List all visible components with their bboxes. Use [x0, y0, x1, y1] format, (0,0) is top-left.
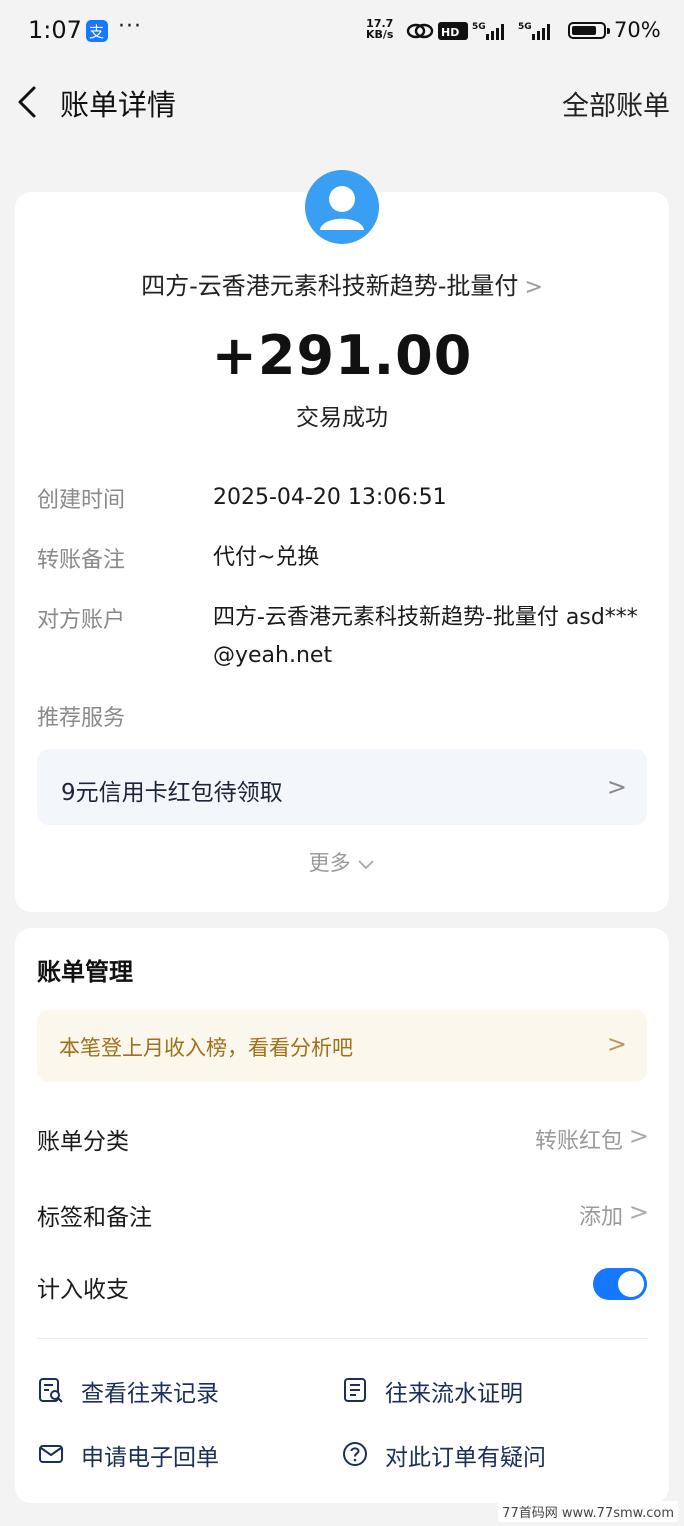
payee-name-row[interactable]: 四方-云香港元素科技新趋势-批量付 >	[15, 266, 669, 301]
svg-text:5G: 5G	[472, 22, 486, 32]
order-question-action[interactable]: 对此订单有疑问	[341, 1436, 621, 1472]
counterparty-label: 对方账户	[37, 608, 126, 633]
chevron-down-icon	[358, 860, 374, 870]
view-records-action[interactable]: 查看往来记录	[37, 1372, 297, 1408]
back-arrow-icon[interactable]	[12, 82, 44, 122]
all-bills-link[interactable]: 全部账单	[562, 84, 670, 123]
site-watermark: 77首码网 www.77smw.com	[498, 1501, 678, 1522]
statement-proof-action[interactable]: 往来流水证明	[341, 1372, 601, 1408]
bill-category-value: 转账红包	[534, 1129, 623, 1154]
signal-icons: HD 5G 5G	[406, 22, 550, 40]
clock: 1:07	[28, 16, 82, 44]
person-icon	[320, 186, 364, 230]
transaction-card: 四方-云香港元素科技新趋势-批量付 > +291.00 交易成功 创建时间 202…	[15, 170, 669, 912]
count-in-stats-label: 计入收支	[37, 1277, 129, 1303]
created-time-value: 2025-04-20 13:06:51	[213, 485, 447, 510]
question-circle-icon	[343, 1442, 367, 1466]
page-title: 账单详情	[60, 88, 177, 122]
payee-avatar[interactable]	[305, 170, 379, 244]
more-label: 更多	[308, 851, 351, 875]
e-receipt-label: 申请电子回单	[81, 1445, 219, 1471]
bill-management-card: 账单管理 本笔登上月收入榜，看看分析吧 > 账单分类 转账红包 > 标签和备注 …	[15, 928, 669, 1503]
chevron-right-icon: >	[606, 773, 627, 801]
credit-card-promo[interactable]: 9元信用卡红包待领取 >	[37, 749, 647, 825]
more-toggle[interactable]: 更多	[15, 847, 669, 877]
promo-text: 9元信用卡红包待领取	[61, 780, 283, 806]
tag-note-value: 添加	[578, 1205, 623, 1230]
statement-proof-label: 往来流水证明	[385, 1381, 523, 1407]
payee-name: 四方-云香港元素科技新趋势-批量付	[141, 272, 519, 300]
net-speed: 17.7 KB/s	[366, 17, 394, 41]
more-notifications-icon: ···	[118, 14, 142, 39]
svg-text:HD: HD	[441, 26, 459, 39]
recommend-label: 推荐服务	[37, 706, 126, 731]
e-receipt-action[interactable]: 申请电子回单	[37, 1436, 297, 1472]
bill-category-label: 账单分类	[37, 1129, 129, 1155]
transfer-note-label: 转账备注	[37, 548, 126, 573]
created-time-label: 创建时间	[37, 488, 126, 513]
nav-bar: 账单详情 全部账单	[0, 70, 684, 134]
divider	[37, 1338, 647, 1339]
count-in-stats-toggle[interactable]	[593, 1268, 647, 1300]
document-icon	[344, 1378, 366, 1402]
records-search-icon	[39, 1378, 63, 1403]
svg-text:5G: 5G	[518, 22, 532, 32]
chevron-right-icon: >	[628, 1122, 649, 1150]
transfer-note-value: 代付~兑换	[213, 545, 320, 570]
tip-text: 本笔登上月收入榜，看看分析吧	[59, 1036, 353, 1060]
counterparty-value: 四方-云香港元素科技新趋势-批量付 asd***@yeah.net	[213, 605, 638, 668]
status-bar: 1:07 ··· 17.7 KB/s HD 5G 5G 70%	[0, 0, 684, 62]
chevron-right-icon: >	[606, 1030, 627, 1058]
view-records-label: 查看往来记录	[81, 1381, 219, 1407]
chevron-right-icon: >	[628, 1198, 649, 1226]
transaction-amount: +291.00	[211, 324, 473, 387]
transaction-status: 交易成功	[296, 405, 388, 431]
mail-icon	[39, 1445, 63, 1463]
section-title: 账单管理	[37, 958, 133, 986]
battery-icon	[568, 22, 610, 39]
alipay-notification-icon	[86, 20, 108, 42]
battery-percent: 70%	[614, 18, 661, 42]
income-rank-tip[interactable]: 本笔登上月收入榜，看看分析吧 >	[37, 1010, 647, 1082]
chevron-right-icon: >	[524, 275, 543, 300]
order-question-label: 对此订单有疑问	[385, 1445, 546, 1471]
tag-note-label: 标签和备注	[37, 1205, 152, 1231]
